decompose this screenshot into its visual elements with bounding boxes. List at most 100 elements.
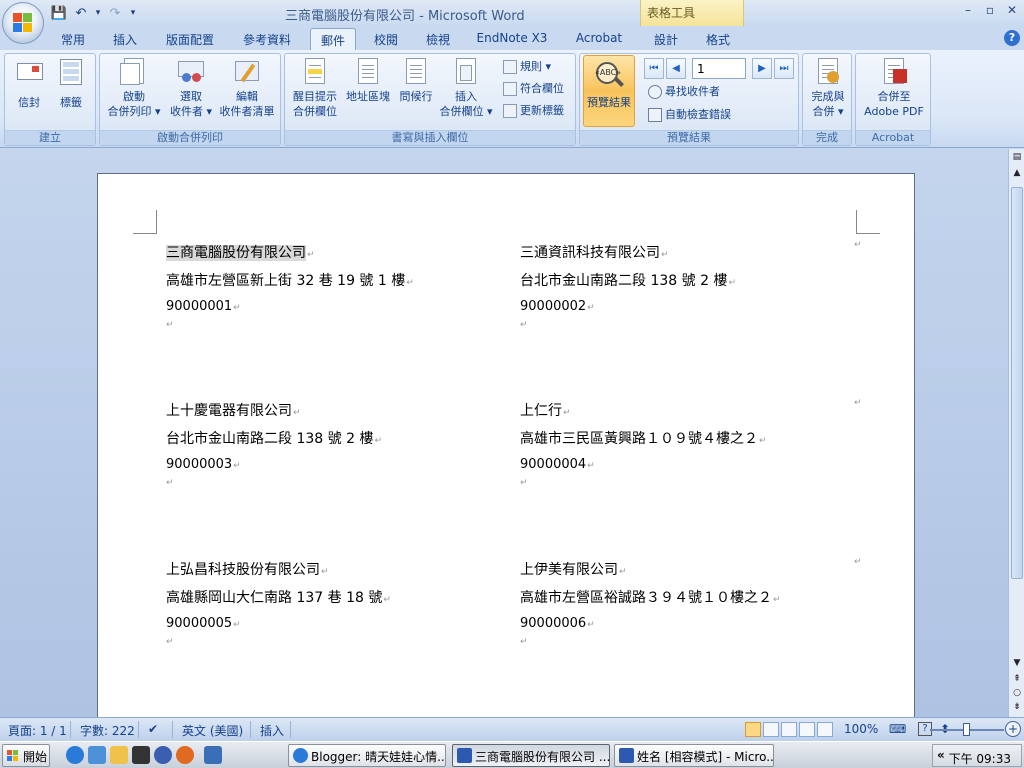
update-labels-button[interactable]: 更新標籤	[503, 102, 564, 120]
page-indicator[interactable]: 頁面: 1 / 1	[8, 722, 67, 739]
office-logo-icon	[13, 13, 33, 33]
taskbar-item-label: 姓名 [相容模式] - Micro...	[637, 750, 774, 764]
label-cell[interactable]: 上十慶電器有限公司↵ 台北市金山南路二段 138 號 2 樓↵ 90000003…	[166, 400, 486, 510]
clock[interactable]: 下午 09:33	[949, 750, 1011, 767]
select-recipients-button[interactable]: 選取 收件者 ▾	[164, 57, 218, 119]
command-prompt-icon[interactable]	[132, 746, 150, 764]
zoom-in-icon[interactable]: +	[1005, 721, 1021, 737]
paragraph-mark: ↵	[166, 637, 174, 647]
next-page-icon[interactable]: ⇟	[1011, 701, 1023, 713]
tab-view[interactable]: 檢視	[418, 28, 458, 50]
start-button[interactable]: 開始	[2, 744, 50, 767]
label-cell[interactable]: 上伊美有限公司↵ 高雄市左營區裕誠路３９４號１０樓之２↵ 90000006↵ ↵	[520, 559, 850, 669]
zoom-level[interactable]: 100%	[844, 722, 878, 736]
labels-icon	[56, 57, 86, 87]
outline-view-button[interactable]	[799, 722, 815, 737]
label-cell[interactable]: 上弘昌科技股份有限公司↵ 高雄縣岡山大仁南路 137 巷 18 號↵ 90000…	[166, 559, 486, 669]
tab-insert[interactable]: 插入	[104, 28, 146, 50]
zoom-slider-handle[interactable]	[963, 723, 970, 736]
undo-dropdown-icon[interactable]: ▾	[94, 4, 102, 22]
insert-merge-field-button[interactable]: 插入 合併欄位 ▾	[435, 57, 497, 119]
record-number-input[interactable]	[692, 58, 746, 79]
restore-button[interactable]: ▫	[980, 2, 1000, 18]
close-button[interactable]: ✕	[1002, 2, 1022, 18]
tab-acrobat[interactable]: Acrobat	[568, 28, 630, 50]
first-record-button[interactable]: ⏮	[644, 58, 664, 79]
merge-to-pdf-button[interactable]: 合併至 Adobe PDF	[858, 57, 930, 119]
office-button[interactable]	[2, 2, 44, 44]
envelope-icon	[14, 57, 44, 87]
auto-check-errors-button[interactable]: 自動檢查錯誤	[648, 106, 731, 124]
preview-results-button[interactable]: «ABC» 預覽結果	[583, 55, 635, 127]
check-errors-icon	[648, 108, 662, 122]
label-cell[interactable]: 三商電腦股份有限公司↵ 高雄市左營區新上街 32 巷 19 號 1 樓↵ 900…	[166, 242, 486, 352]
select-browse-object-icon[interactable]: ○	[1011, 687, 1023, 699]
envelopes-button[interactable]: 信封	[11, 57, 47, 110]
next-record-button[interactable]: ▶	[752, 58, 772, 79]
tab-format[interactable]: 格式	[698, 28, 738, 50]
previous-page-icon[interactable]: ⇞	[1011, 673, 1023, 685]
find-recipient-button[interactable]: 尋找收件者	[648, 83, 720, 101]
window-controls: – ▫ ✕	[958, 2, 1022, 18]
paragraph-mark: ↵	[661, 250, 669, 260]
show-desktop-icon[interactable]	[204, 746, 222, 764]
help-icon[interactable]: ?	[1004, 30, 1020, 46]
group-create-caption: 建立	[5, 130, 95, 145]
media-player-icon[interactable]	[154, 746, 172, 764]
rules-button[interactable]: 規則 ▾	[503, 58, 551, 76]
label-cell[interactable]: 上仁行↵ 高雄市三民區黃興路１０９號４樓之２↵ 90000004↵ ↵	[520, 400, 850, 510]
document-page[interactable]: 三商電腦股份有限公司↵ 高雄市左營區新上街 32 巷 19 號 1 樓↵ 900…	[97, 173, 915, 717]
tab-review[interactable]: 校閱	[366, 28, 406, 50]
taskbar-item-word-document[interactable]: 三商電腦股份有限公司 ...	[452, 744, 610, 767]
folder-icon[interactable]	[110, 746, 128, 764]
address: 高雄市左營區新上街 32 巷 19 號 1 樓	[166, 273, 406, 289]
document-area[interactable]: 三商電腦股份有限公司↵ 高雄市左營區新上街 32 巷 19 號 1 樓↵ 900…	[0, 149, 1008, 717]
print-layout-view-button[interactable]	[745, 722, 761, 737]
label-cell[interactable]: 三通資訊科技有限公司↵ 台北市金山南路二段 138 號 2 樓↵ 9000000…	[520, 242, 850, 352]
start-mail-merge-button[interactable]: 啟動 合併列印 ▾	[104, 57, 164, 119]
ruler-toggle-icon[interactable]: ▤	[1011, 151, 1023, 163]
tab-page-layout[interactable]: 版面配置	[158, 28, 222, 50]
edit-recipient-list-button[interactable]: 編輯 收件者清單	[216, 57, 278, 119]
finish-merge-button[interactable]: 完成與 合併 ▾	[805, 57, 851, 119]
tray-expand-icon[interactable]: «	[937, 748, 945, 762]
group-preview-caption: 預覽結果	[580, 130, 798, 145]
full-screen-reading-view-button[interactable]	[763, 722, 779, 737]
scroll-up-icon[interactable]: ▲	[1011, 167, 1023, 179]
customize-qat-icon[interactable]: ▾	[128, 4, 138, 22]
paragraph-mark: ↵	[563, 408, 571, 418]
word-count[interactable]: 字數: 222	[80, 722, 135, 739]
tab-design[interactable]: 設計	[646, 28, 686, 50]
highlight-merge-fields-button[interactable]: 醒目提示 合併欄位	[289, 57, 341, 119]
labels-button[interactable]: 標籤	[53, 57, 89, 110]
match-fields-button[interactable]: 符合欄位	[503, 80, 564, 98]
paragraph-mark: ↵	[166, 478, 174, 488]
vertical-scrollbar[interactable]: ▤ ▲ ▼ ⇞ ○ ⇟	[1008, 149, 1024, 717]
language-indicator[interactable]: 英文 (美國)	[182, 722, 243, 739]
tab-home[interactable]: 常用	[54, 28, 92, 50]
window-title: 三商電腦股份有限公司 - Microsoft Word	[285, 9, 525, 24]
redo-icon[interactable]: ↷	[106, 4, 124, 22]
web-layout-view-button[interactable]	[781, 722, 797, 737]
previous-record-button[interactable]: ◀	[666, 58, 686, 79]
minimize-button[interactable]: –	[958, 2, 978, 18]
firefox-icon[interactable]	[176, 746, 194, 764]
greeting-line-button[interactable]: 問候行	[395, 57, 437, 104]
tab-references[interactable]: 參考資料	[234, 28, 300, 50]
draft-view-button[interactable]	[817, 722, 833, 737]
taskbar-item-blogger[interactable]: Blogger: 晴天娃娃心情...	[288, 744, 446, 767]
last-record-button[interactable]: ⏭	[774, 58, 794, 79]
insert-mode-indicator[interactable]: 插入	[260, 722, 284, 739]
taskbar-item-name-document[interactable]: 姓名 [相容模式] - Micro...	[614, 744, 774, 767]
scroll-thumb[interactable]	[1011, 187, 1023, 579]
scroll-down-icon[interactable]: ▼	[1011, 657, 1023, 669]
ie-icon[interactable]	[66, 746, 84, 764]
undo-icon[interactable]: ↶	[72, 4, 90, 22]
proofing-icon[interactable]: ✔	[148, 722, 158, 736]
tab-endnote[interactable]: EndNote X3	[468, 28, 556, 50]
address-block-button[interactable]: 地址區塊	[341, 57, 395, 104]
save-icon[interactable]: 💾	[50, 4, 68, 22]
address: 台北市金山南路二段 138 號 2 樓	[166, 431, 374, 447]
tab-mailings[interactable]: 郵件	[310, 28, 356, 50]
ie-alt-icon[interactable]	[88, 746, 106, 764]
